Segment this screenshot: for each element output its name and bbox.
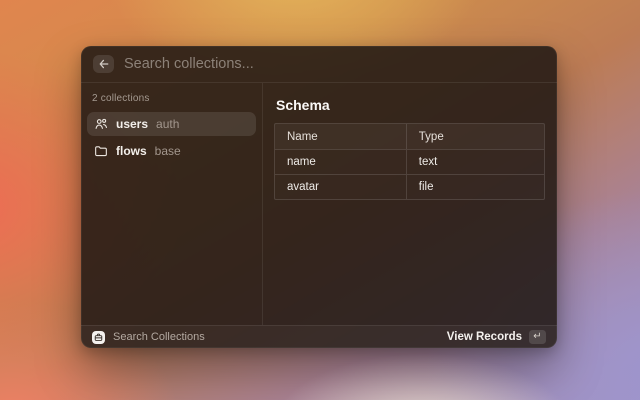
arrow-left-icon bbox=[97, 58, 111, 70]
primary-action-label: View Records bbox=[447, 331, 522, 343]
field-type-cell: file bbox=[407, 175, 544, 199]
collection-name: users bbox=[116, 117, 148, 131]
table-row: avatar file bbox=[275, 174, 544, 199]
users-icon bbox=[94, 117, 108, 131]
schema-table: Name Type name text avatar file bbox=[274, 123, 545, 200]
command-label: Search Collections bbox=[113, 331, 205, 343]
collection-type-badge: auth bbox=[156, 117, 179, 131]
collection-type-badge: base bbox=[155, 144, 181, 158]
enter-key-icon: ↵ bbox=[529, 330, 546, 344]
detail-title: Schema bbox=[276, 97, 545, 113]
field-name-cell: name bbox=[275, 150, 407, 174]
pocketbase-app-icon bbox=[92, 331, 105, 344]
search-input[interactable] bbox=[124, 56, 545, 72]
field-type-cell: text bbox=[407, 150, 544, 174]
list-item-flows[interactable]: flows base bbox=[87, 139, 256, 163]
collection-name: flows bbox=[116, 144, 147, 158]
detail-panel: Schema Name Type name text avatar file bbox=[263, 83, 557, 325]
column-header-name: Name bbox=[275, 124, 407, 149]
collections-list: 2 collections users auth bbox=[81, 83, 263, 325]
main-content: 2 collections users auth bbox=[81, 83, 557, 325]
field-name-cell: avatar bbox=[275, 175, 407, 199]
search-bar bbox=[81, 46, 557, 83]
action-bar: Search Collections View Records ↵ bbox=[81, 325, 557, 348]
back-button[interactable] bbox=[93, 55, 114, 73]
command-palette-window: 2 collections users auth bbox=[81, 46, 557, 348]
section-label: 2 collections bbox=[92, 93, 256, 104]
folder-icon bbox=[94, 144, 108, 158]
table-header-row: Name Type bbox=[275, 124, 544, 149]
column-header-type: Type bbox=[407, 124, 544, 149]
table-row: name text bbox=[275, 149, 544, 174]
list-item-users[interactable]: users auth bbox=[87, 112, 256, 136]
primary-action-button[interactable]: View Records ↵ bbox=[447, 330, 546, 344]
